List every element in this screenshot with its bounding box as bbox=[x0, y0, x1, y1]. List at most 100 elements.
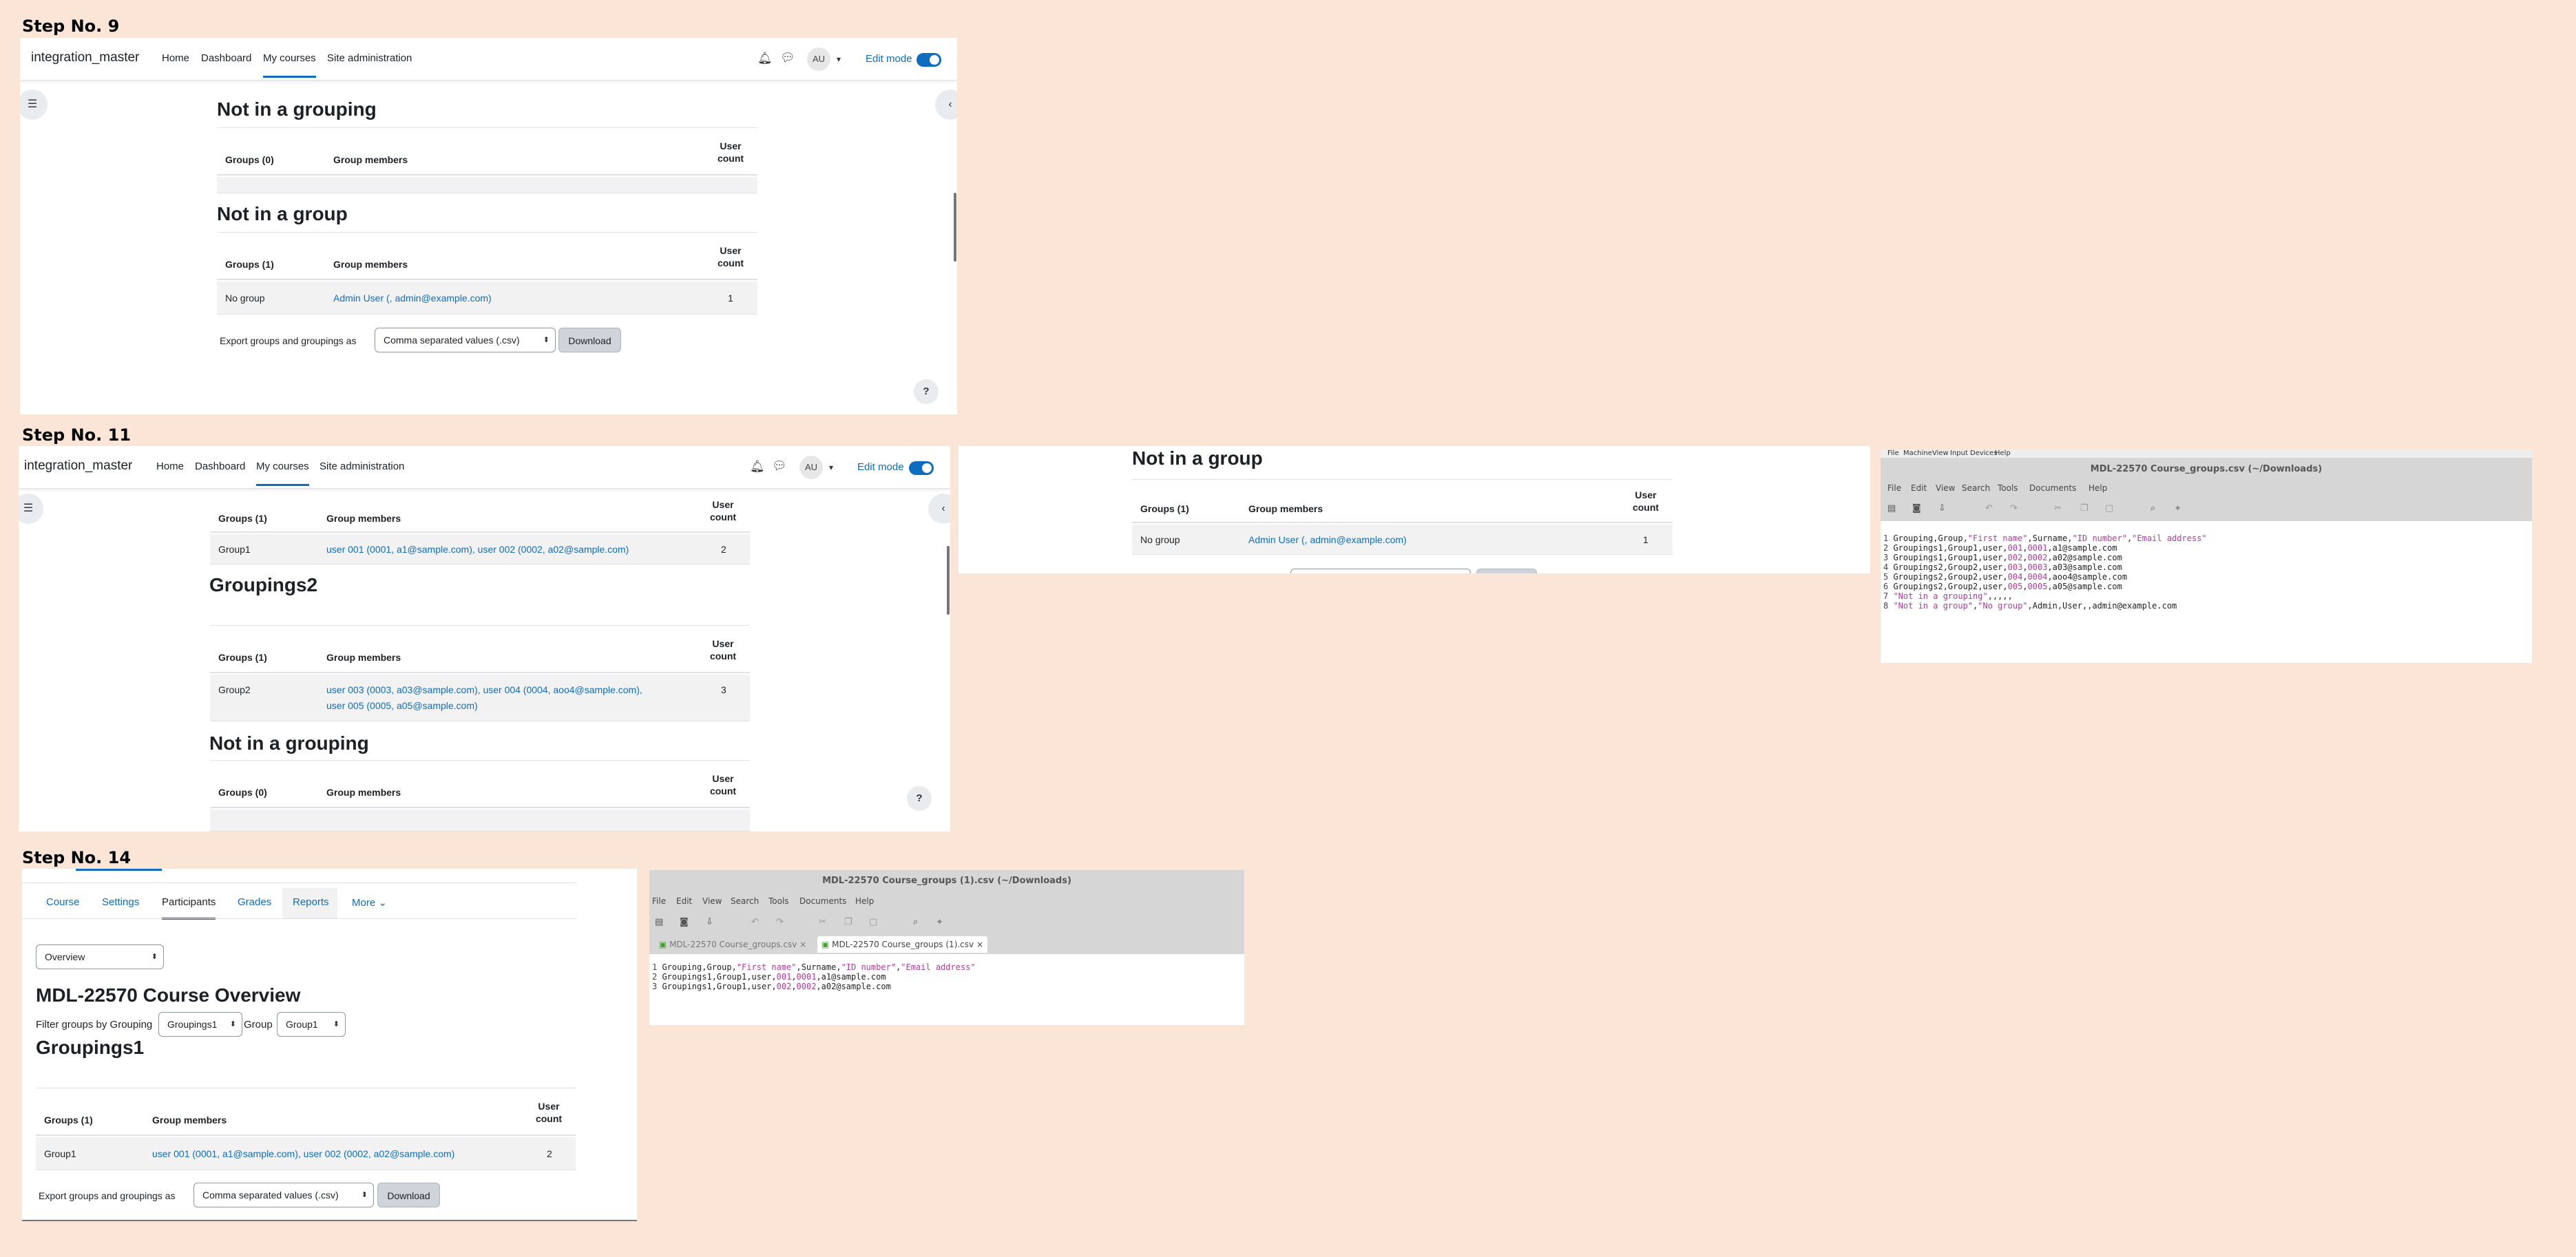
cell-group: No group bbox=[1140, 534, 1180, 545]
vm-menu-devices[interactable]: Devices bbox=[1970, 450, 1997, 457]
member-link[interactable]: Admin User (, admin@example.com) bbox=[333, 293, 492, 304]
menu-documents[interactable]: Documents bbox=[2029, 483, 2076, 493]
editor-text[interactable]: 1 Grouping,Group,"First name",Surname,"I… bbox=[652, 962, 976, 991]
copy-icon[interactable]: ❐ bbox=[844, 917, 852, 927]
course-index-icon[interactable]: ☰ bbox=[19, 494, 43, 524]
report-select[interactable]: Overview bbox=[36, 944, 164, 969]
cut-icon[interactable]: ✂ bbox=[2054, 503, 2062, 514]
tab-more[interactable]: More ⌄ bbox=[352, 896, 387, 909]
menu-edit[interactable]: Edit bbox=[676, 896, 692, 906]
nav-my-courses[interactable]: My courses bbox=[263, 52, 316, 78]
help-icon[interactable]: ? bbox=[914, 379, 939, 404]
redo-icon[interactable]: ↷ bbox=[2010, 503, 2018, 514]
code-line: 3 Groupings1,Group1,user,002,0002,a02@sa… bbox=[652, 982, 891, 991]
chevron-down-icon[interactable]: ▾ bbox=[829, 463, 833, 472]
redo-icon[interactable]: ↷ bbox=[776, 917, 784, 927]
tab-file-1[interactable]: ▣ MDL-22570 Course_groups.csv × bbox=[655, 936, 810, 953]
search-icon[interactable]: ⌕ bbox=[913, 917, 918, 927]
bell-icon[interactable]: 🔔︎ bbox=[757, 52, 773, 65]
menu-file[interactable]: File bbox=[1887, 483, 1901, 493]
vm-menu-input[interactable]: Input bbox=[1950, 450, 1968, 457]
divider bbox=[22, 918, 576, 919]
save-icon[interactable]: ⇩ bbox=[706, 917, 713, 927]
menu-edit[interactable]: Edit bbox=[1911, 483, 1927, 493]
replace-icon[interactable]: ⌖ bbox=[2175, 503, 2180, 514]
menu-file[interactable]: File bbox=[652, 896, 666, 906]
tab-reports[interactable]: Reports bbox=[293, 896, 329, 908]
close-icon[interactable]: × bbox=[976, 940, 983, 949]
replace-icon[interactable]: ⌖ bbox=[937, 917, 942, 927]
tab-settings[interactable]: Settings bbox=[102, 896, 139, 908]
grouping-select[interactable]: Groupings1 bbox=[158, 1012, 242, 1037]
close-icon[interactable]: × bbox=[799, 940, 806, 949]
nav-home[interactable]: Home bbox=[162, 52, 189, 64]
undo-icon[interactable]: ↶ bbox=[1985, 503, 1993, 514]
cut-icon[interactable]: ✂ bbox=[819, 917, 826, 927]
group-select[interactable]: Group1 bbox=[277, 1012, 346, 1037]
chevron-down-icon[interactable]: ▾ bbox=[837, 54, 841, 64]
scrollbar[interactable] bbox=[954, 193, 956, 262]
member-link[interactable]: user 001 (0001, a1@sample.com), user 002… bbox=[326, 544, 629, 555]
vm-menu-view[interactable]: View bbox=[1932, 450, 1949, 457]
nav-home[interactable]: Home bbox=[156, 461, 184, 472]
table-not-in-grouping: Groups (0) Group members User count bbox=[210, 760, 750, 832]
new-icon[interactable]: ▤ bbox=[655, 917, 663, 927]
menu-help[interactable]: Help bbox=[855, 896, 874, 906]
download-button[interactable]: Download bbox=[377, 1183, 440, 1207]
member-link[interactable]: user 001 (0001, a1@sample.com), user 002… bbox=[152, 1148, 454, 1159]
member-link-2[interactable]: user 005 (0005, a05@sample.com) bbox=[326, 700, 478, 711]
help-icon[interactable]: ? bbox=[907, 786, 932, 811]
save-icon[interactable]: ⇩ bbox=[1938, 503, 1946, 514]
paste-icon[interactable]: ▢ bbox=[869, 917, 877, 927]
export-format-select[interactable]: Comma separated values (.csv) bbox=[375, 328, 556, 352]
navbar: integration_master Home Dashboard My cou… bbox=[19, 446, 950, 489]
undo-icon[interactable]: ↶ bbox=[751, 917, 759, 927]
site-brand[interactable]: integration_master bbox=[24, 458, 132, 474]
menu-documents[interactable]: Documents bbox=[799, 896, 846, 906]
export-format-select[interactable]: Comma separated values (.csv) bbox=[193, 1183, 374, 1207]
menu-view[interactable]: View bbox=[1936, 483, 1955, 493]
menu-help[interactable]: Help bbox=[2088, 483, 2107, 493]
menu-view[interactable]: View bbox=[702, 896, 722, 906]
menu-search[interactable]: Search bbox=[731, 896, 759, 906]
nav-site-admin[interactable]: Site administration bbox=[320, 461, 404, 472]
menu-search[interactable]: Search bbox=[1962, 483, 1990, 493]
menu-tools[interactable]: Tools bbox=[768, 896, 789, 906]
vm-menu-file[interactable]: File bbox=[1887, 450, 1899, 457]
menu-tools[interactable]: Tools bbox=[1998, 483, 2018, 493]
nav-dashboard[interactable]: Dashboard bbox=[201, 52, 251, 64]
nav-my-courses[interactable]: My courses bbox=[256, 461, 309, 486]
search-icon[interactable]: ⌕ bbox=[2150, 503, 2155, 514]
text-editor-window-2: MDL-22570 Course_groups (1).csv (~/Downl… bbox=[649, 870, 1244, 1025]
vm-menu-help[interactable]: Help bbox=[1995, 450, 2011, 457]
course-index-icon[interactable]: ☰ bbox=[20, 89, 48, 120]
drawer-toggle-icon[interactable]: ‹ bbox=[935, 89, 957, 120]
drawer-toggle-icon[interactable]: ‹ bbox=[928, 494, 950, 524]
site-brand[interactable]: integration_master bbox=[31, 50, 139, 65]
edit-mode-toggle[interactable] bbox=[909, 461, 934, 475]
avatar[interactable]: AU bbox=[807, 47, 830, 71]
tab-participants[interactable]: Participants bbox=[162, 896, 216, 920]
edit-mode-toggle[interactable] bbox=[917, 53, 941, 67]
chat-icon[interactable]: 💬︎ bbox=[780, 51, 795, 65]
open-icon[interactable]: ◙ bbox=[680, 917, 689, 927]
member-link-1[interactable]: user 003 (0003, a03@sample.com), user 00… bbox=[326, 684, 642, 695]
bell-icon[interactable]: 🔔︎ bbox=[750, 460, 765, 474]
nav-dashboard[interactable]: Dashboard bbox=[195, 461, 245, 472]
nav-site-admin[interactable]: Site administration bbox=[327, 52, 412, 64]
member-link[interactable]: Admin User (, admin@example.com) bbox=[1248, 534, 1407, 545]
open-icon[interactable]: ◙ bbox=[1912, 503, 1921, 514]
vm-menu-machine[interactable]: Machine bbox=[1903, 450, 1932, 457]
tab-grades[interactable]: Grades bbox=[238, 896, 271, 908]
paste-icon[interactable]: ▢ bbox=[2105, 503, 2113, 514]
editor-text[interactable]: 1 Grouping,Group,"First name",Surname,"I… bbox=[1883, 534, 2207, 611]
download-button[interactable]: Download bbox=[558, 328, 621, 352]
chat-icon[interactable]: 💬︎ bbox=[772, 459, 787, 473]
tab-course[interactable]: Course bbox=[46, 896, 79, 908]
copy-icon[interactable]: ❐ bbox=[2080, 503, 2088, 514]
avatar[interactable]: AU bbox=[799, 456, 823, 479]
tab-file-2[interactable]: ▣ MDL-22570 Course_groups (1).csv × bbox=[817, 936, 988, 953]
col-user-count-1: User bbox=[712, 499, 734, 510]
new-icon[interactable]: ▤ bbox=[1887, 503, 1896, 514]
scrollbar[interactable] bbox=[947, 546, 950, 615]
